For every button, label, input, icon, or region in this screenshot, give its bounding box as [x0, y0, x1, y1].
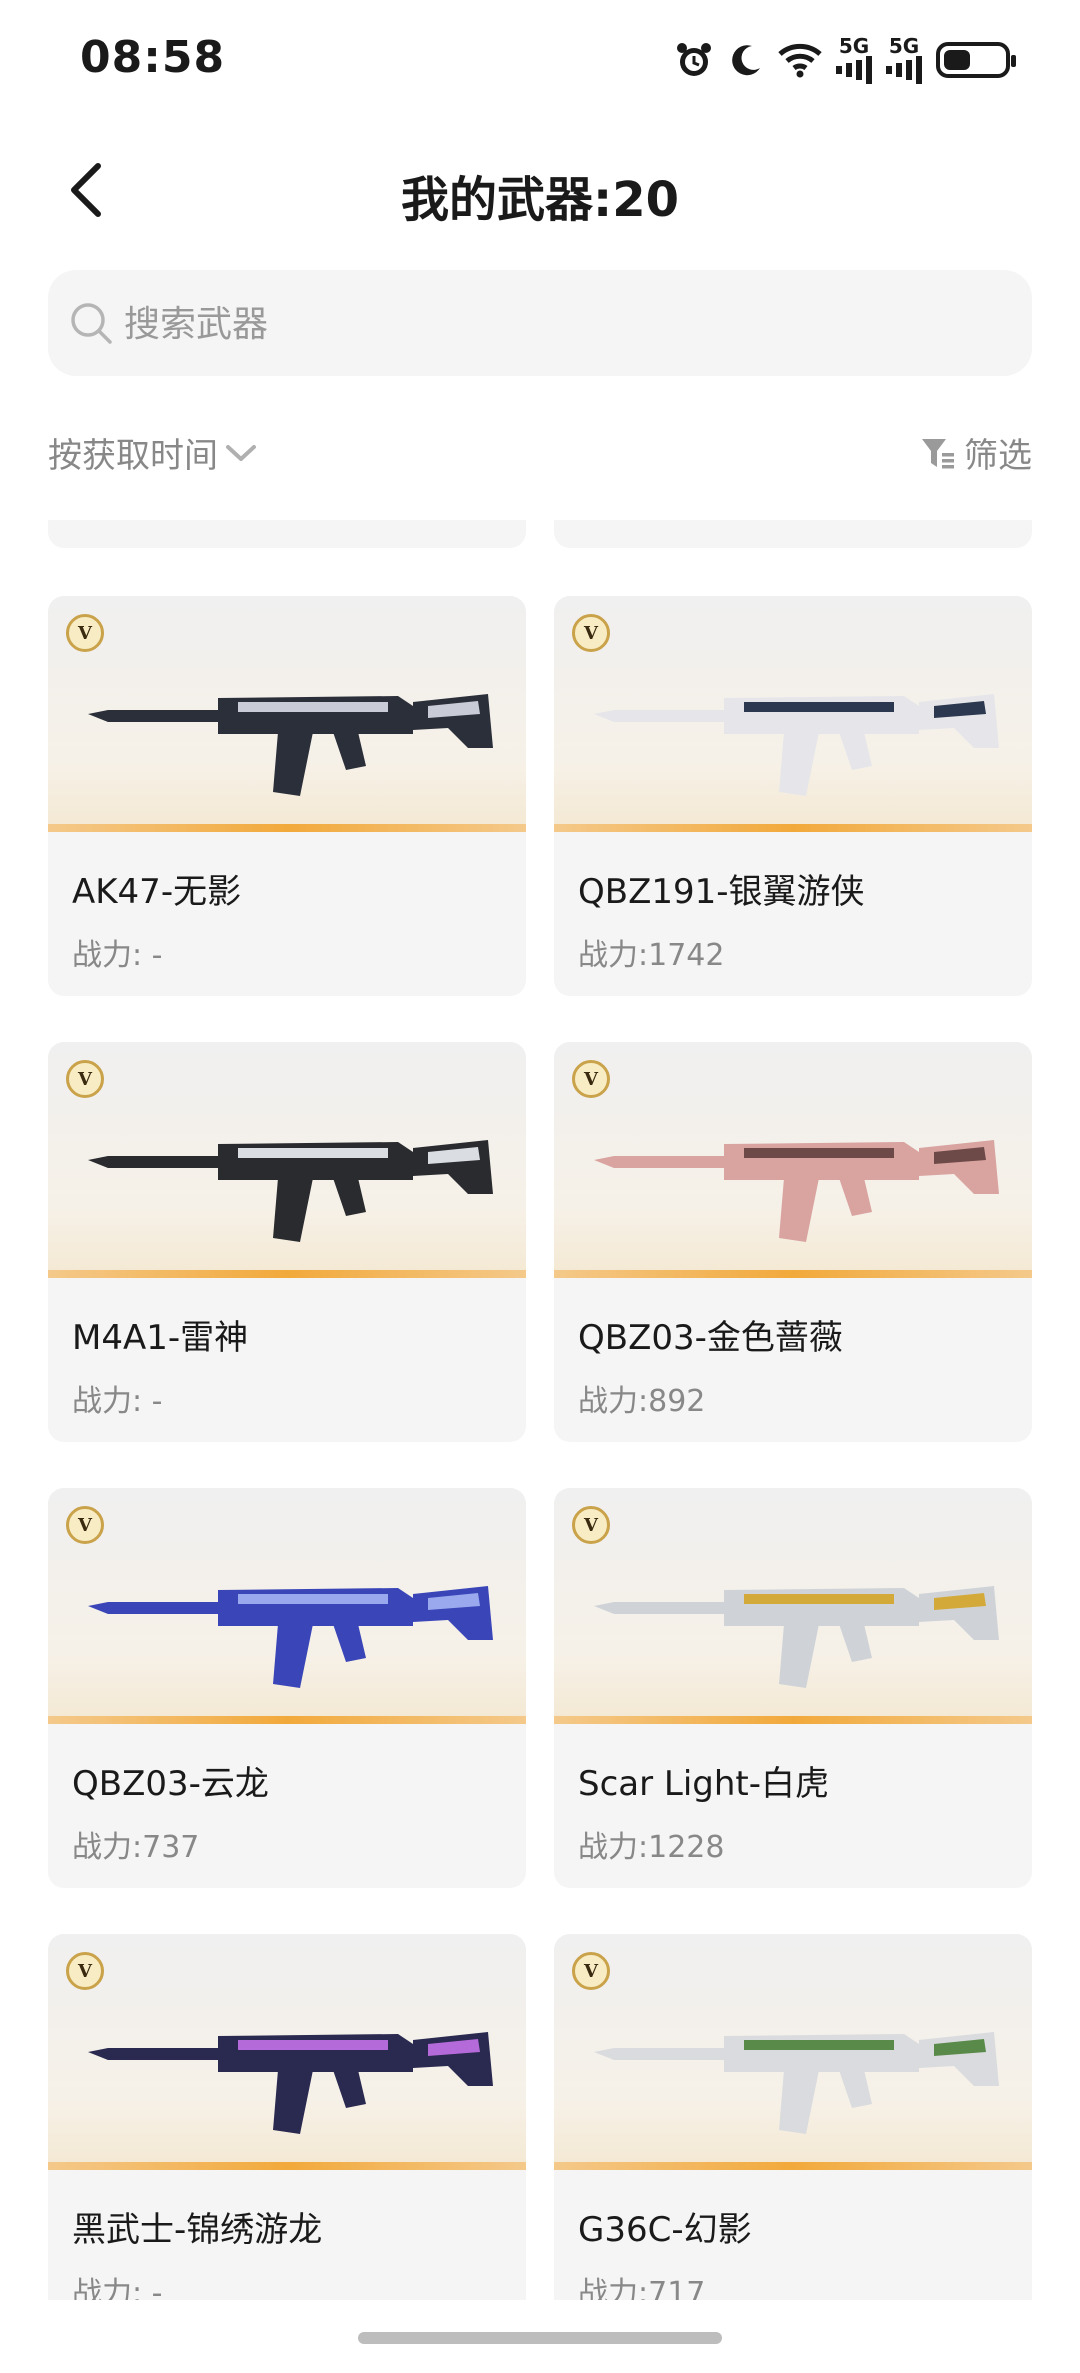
- search-input[interactable]: [122, 290, 1006, 358]
- weapon-name: QBZ03-金色蔷薇: [578, 1318, 843, 1358]
- sort-filter-row: 按获取时间 筛选: [48, 420, 1032, 484]
- weapon-power: 战力:717: [578, 2276, 706, 2300]
- weapon-rifle-icon: [594, 694, 999, 796]
- moon-icon: [728, 42, 764, 78]
- filter-funnel-icon: [922, 438, 954, 468]
- weapon-power: 战力: -: [72, 2276, 163, 2300]
- weapon-rifle-icon: [88, 2032, 493, 2134]
- battery-icon: [936, 42, 1016, 78]
- weapon-name: Scar Light-白虎: [578, 1764, 830, 1804]
- weapon-rifle-icon: [594, 2032, 999, 2134]
- weapon-rifle-icon: [88, 694, 493, 796]
- weapon-card[interactable]: V QBZ191-银翼游侠 战力:1742: [554, 596, 1032, 996]
- sort-label: 按获取时间: [48, 436, 218, 476]
- alarm-icon: [674, 40, 714, 80]
- weapon-image: V: [48, 1042, 526, 1278]
- weapon-rifle-icon: [88, 1140, 493, 1242]
- filter-label: 筛选: [964, 436, 1032, 476]
- weapon-power: 战力:892: [578, 1384, 706, 1419]
- sort-dropdown[interactable]: 按获取时间: [48, 428, 258, 477]
- filter-button[interactable]: 筛选: [920, 428, 1032, 477]
- weapon-name: QBZ03-云龙: [72, 1764, 269, 1804]
- network-type-2: 5G: [888, 34, 920, 58]
- weapon-name: M4A1-雷神: [72, 1318, 249, 1358]
- weapon-card[interactable]: V 黑武士-锦绣游龙 战力: -: [48, 1934, 526, 2300]
- network-type-1: 5G: [838, 34, 870, 58]
- cellular-signal-2-icon: 5G: [886, 36, 922, 84]
- weapon-card-partial[interactable]: [554, 520, 1032, 548]
- weapon-image: V: [554, 1488, 1032, 1724]
- page-header: 我的武器:20: [0, 140, 1080, 240]
- status-icons: 5G 5G: [674, 36, 1016, 84]
- weapon-rifle-icon: [88, 1586, 493, 1688]
- weapon-power: 战力:1228: [578, 1830, 725, 1865]
- weapon-power: 战力:1742: [578, 938, 725, 973]
- weapon-name: AK47-无影: [72, 872, 242, 912]
- weapon-image: V: [554, 1042, 1032, 1278]
- weapon-card[interactable]: V Scar Light-白虎 战力:1228: [554, 1488, 1032, 1888]
- weapon-grid: V AK47-无影 战力: - V QBZ191-银翼游侠 战力:1742 V …: [48, 520, 1032, 2300]
- weapon-card[interactable]: V QBZ03-金色蔷薇 战力:892: [554, 1042, 1032, 1442]
- weapon-image: V: [48, 596, 526, 832]
- weapon-power: 战力:737: [72, 1830, 200, 1865]
- home-indicator[interactable]: [358, 2332, 722, 2344]
- weapon-name: G36C-幻影: [578, 2210, 752, 2250]
- weapon-rifle-icon: [594, 1140, 999, 1242]
- weapon-card[interactable]: V QBZ03-云龙 战力:737: [48, 1488, 526, 1888]
- weapon-card[interactable]: V AK47-无影 战力: -: [48, 596, 526, 996]
- weapon-image: V: [48, 1934, 526, 2170]
- cellular-signal-icon: 5G: [836, 36, 872, 84]
- chevron-down-icon: [226, 444, 256, 461]
- weapon-name: 黑武士-锦绣游龙: [72, 2210, 323, 2250]
- page-title: 我的武器:20: [401, 172, 679, 228]
- weapon-image: V: [554, 1934, 1032, 2170]
- status-time: 08:58: [80, 32, 226, 83]
- wifi-icon: [778, 42, 822, 78]
- weapon-power: 战力: -: [72, 938, 163, 973]
- search-bar[interactable]: [48, 270, 1032, 376]
- weapon-power: 战力: -: [72, 1384, 163, 1419]
- status-bar: 08:58 5G 5G: [0, 0, 1080, 120]
- weapon-card[interactable]: V M4A1-雷神 战力: -: [48, 1042, 526, 1442]
- weapon-name: QBZ191-银翼游侠: [578, 872, 865, 912]
- weapon-image: V: [48, 1488, 526, 1724]
- search-icon: [71, 303, 112, 344]
- weapon-image: V: [554, 596, 1032, 832]
- weapon-card[interactable]: V G36C-幻影 战力:717: [554, 1934, 1032, 2300]
- weapon-rifle-icon: [594, 1586, 999, 1688]
- weapon-card-partial[interactable]: [48, 520, 526, 548]
